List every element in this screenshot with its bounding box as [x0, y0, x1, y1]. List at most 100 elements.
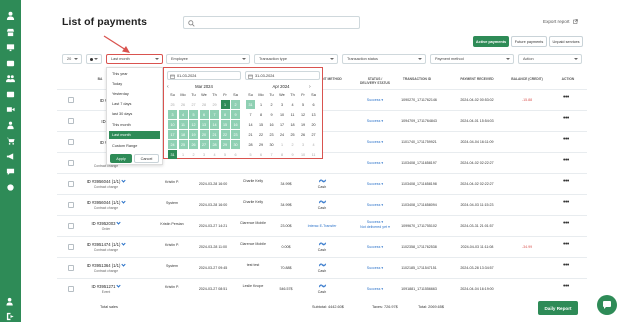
employee-select[interactable]: Employee	[166, 54, 250, 64]
calendar-day[interactable]: 11	[309, 150, 318, 159]
calendar-day[interactable]: 29	[220, 140, 230, 149]
table-row[interactable]: ID #3951271 Event Kristin P. 2024-03-27 08:…	[57, 278, 587, 299]
more-actions-icon[interactable]: •••	[563, 178, 577, 185]
monitor-icon[interactable]	[5, 42, 16, 53]
calendar-day[interactable]: 24	[278, 130, 287, 139]
table-row[interactable]: ID #3951364 (1/1) Contract change System 20…	[57, 257, 587, 278]
calendar-day[interactable]: 29	[257, 140, 266, 149]
calendar-day[interactable]: 19	[299, 120, 308, 129]
transaction-status-select[interactable]: Transaction status	[342, 54, 426, 64]
row-id[interactable]: ID #3951271	[81, 283, 131, 289]
range-option[interactable]: Today	[109, 80, 160, 88]
more-actions-icon[interactable]: •••	[563, 241, 577, 248]
row-checkbox[interactable]	[68, 202, 74, 208]
calendar-day[interactable]: 21	[246, 130, 255, 139]
calendar-day[interactable]: 4	[288, 100, 297, 109]
calendar-day[interactable]: 2	[267, 100, 276, 109]
calendar-day[interactable]: 7	[210, 110, 219, 119]
range-option[interactable]: Yesterday	[109, 90, 160, 98]
row-status[interactable]: Success ▾	[360, 245, 390, 249]
calendar-day[interactable]: 2	[288, 140, 297, 149]
row-status[interactable]: Success ▾	[360, 182, 390, 186]
calendar-day[interactable]: 28	[200, 100, 209, 109]
more-actions-icon[interactable]: •••	[563, 94, 577, 101]
calendar-day[interactable]: 13	[199, 120, 209, 129]
wallet-icon[interactable]	[5, 58, 16, 69]
calendar-day[interactable]: 9	[267, 110, 276, 119]
megaphone-icon[interactable]	[5, 151, 16, 162]
calendar-day[interactable]: 27	[199, 140, 209, 149]
calendar-day[interactable]: 6	[257, 150, 266, 159]
row-id[interactable]: ID #3951474 (1/1)	[81, 241, 131, 247]
calendar-day[interactable]: 5	[189, 110, 198, 119]
calendar-day[interactable]: 8	[257, 110, 266, 119]
table-row[interactable]: ID #3956044 (1/1) Contract change Kristin …	[57, 173, 587, 194]
store-icon[interactable]	[5, 27, 16, 38]
row-checkbox[interactable]	[68, 181, 74, 187]
people-icon[interactable]	[5, 120, 16, 131]
calendar-day[interactable]: 14	[246, 120, 255, 129]
calendar-day[interactable]: 3	[200, 150, 209, 159]
calendar-day[interactable]: 23	[267, 130, 276, 139]
more-actions-icon[interactable]: •••	[563, 283, 577, 290]
calendar-day[interactable]: 9	[231, 110, 240, 119]
calendar-day[interactable]: 18	[288, 120, 297, 129]
row-checkbox[interactable]	[68, 265, 74, 271]
table-row[interactable]: ID #3951474 (1/1) Contract change Kristin …	[57, 236, 587, 257]
calendar-day[interactable]: 30	[231, 140, 240, 149]
row-checkbox[interactable]	[68, 139, 74, 145]
calendar-day[interactable]: 10	[168, 120, 177, 129]
calendar-day[interactable]: 27	[309, 130, 318, 139]
payment-method-select[interactable]: Payment method	[430, 54, 514, 64]
calendar-day[interactable]: 8	[278, 150, 287, 159]
calendar-day[interactable]: 6	[199, 110, 209, 119]
calendar-day[interactable]: 25	[178, 140, 188, 149]
calendar-day[interactable]: 1	[220, 100, 230, 109]
row-status[interactable]: Success ▾	[360, 203, 390, 207]
calendar-day[interactable]: 21	[210, 130, 219, 139]
calendar-day[interactable]: 20	[199, 130, 209, 139]
table-row[interactable]: ID #3952003 Order Kristin Persian 2024-03-2…	[57, 215, 587, 236]
calendar-day[interactable]: 22	[220, 130, 230, 139]
chat-launcher-button[interactable]	[597, 295, 617, 315]
calendar-day[interactable]: 17	[168, 130, 177, 139]
calendar-day[interactable]: 28	[246, 140, 255, 149]
calendar-day[interactable]: 1	[257, 100, 266, 109]
row-status[interactable]: Success ▾	[360, 287, 390, 291]
chevron-down-icon[interactable]	[121, 178, 126, 183]
row-id[interactable]: ID #3956044 (1/1)	[81, 199, 131, 205]
calendar-day[interactable]: 24	[168, 140, 177, 149]
export-report-link[interactable]: Export report	[543, 19, 578, 24]
calendar-day[interactable]: 6	[231, 150, 240, 159]
calendar-day[interactable]: 7	[267, 150, 276, 159]
more-actions-icon[interactable]: •••	[563, 115, 577, 122]
range-option[interactable]: This year	[109, 70, 160, 78]
calendar-day[interactable]: 11	[288, 110, 297, 119]
row-status[interactable]: Success ▾	[360, 119, 390, 123]
date-range-select[interactable]: Last month	[106, 54, 163, 64]
action-select[interactable]: Action	[518, 54, 582, 64]
future-payments-button[interactable]: Future payments	[511, 36, 547, 47]
table-row[interactable]: ID #3956044 (1/1) Contract change System 20…	[57, 194, 587, 215]
calendar-day[interactable]: 27	[189, 100, 198, 109]
calendar-day[interactable]: 2	[189, 150, 198, 159]
cart-icon[interactable]	[5, 135, 16, 146]
row-checkbox[interactable]	[68, 244, 74, 250]
chevron-down-icon[interactable]	[121, 241, 126, 246]
more-actions-icon[interactable]: •••	[563, 157, 577, 164]
calendar-day[interactable]: 4	[178, 110, 188, 119]
calendar-day[interactable]: 25	[288, 130, 297, 139]
calendar-day[interactable]: 3	[299, 140, 308, 149]
calendar-day[interactable]: 14	[210, 120, 219, 129]
calendar-day[interactable]: 4	[210, 150, 219, 159]
calendar-day[interactable]: 1	[278, 140, 287, 149]
apply-button[interactable]: Apply	[110, 154, 132, 163]
row-status[interactable]: Success ▾	[360, 220, 390, 224]
calendar-day[interactable]: 15	[257, 120, 266, 129]
calendar-day[interactable]: 3	[278, 100, 287, 109]
row-id[interactable]: ID #3956044 (1/1)	[81, 178, 131, 184]
row-status[interactable]: Success ▾	[360, 140, 390, 144]
chevron-down-icon[interactable]	[116, 220, 122, 225]
per-page-select[interactable]: 20	[62, 54, 82, 64]
chevron-down-icon[interactable]	[116, 283, 122, 288]
